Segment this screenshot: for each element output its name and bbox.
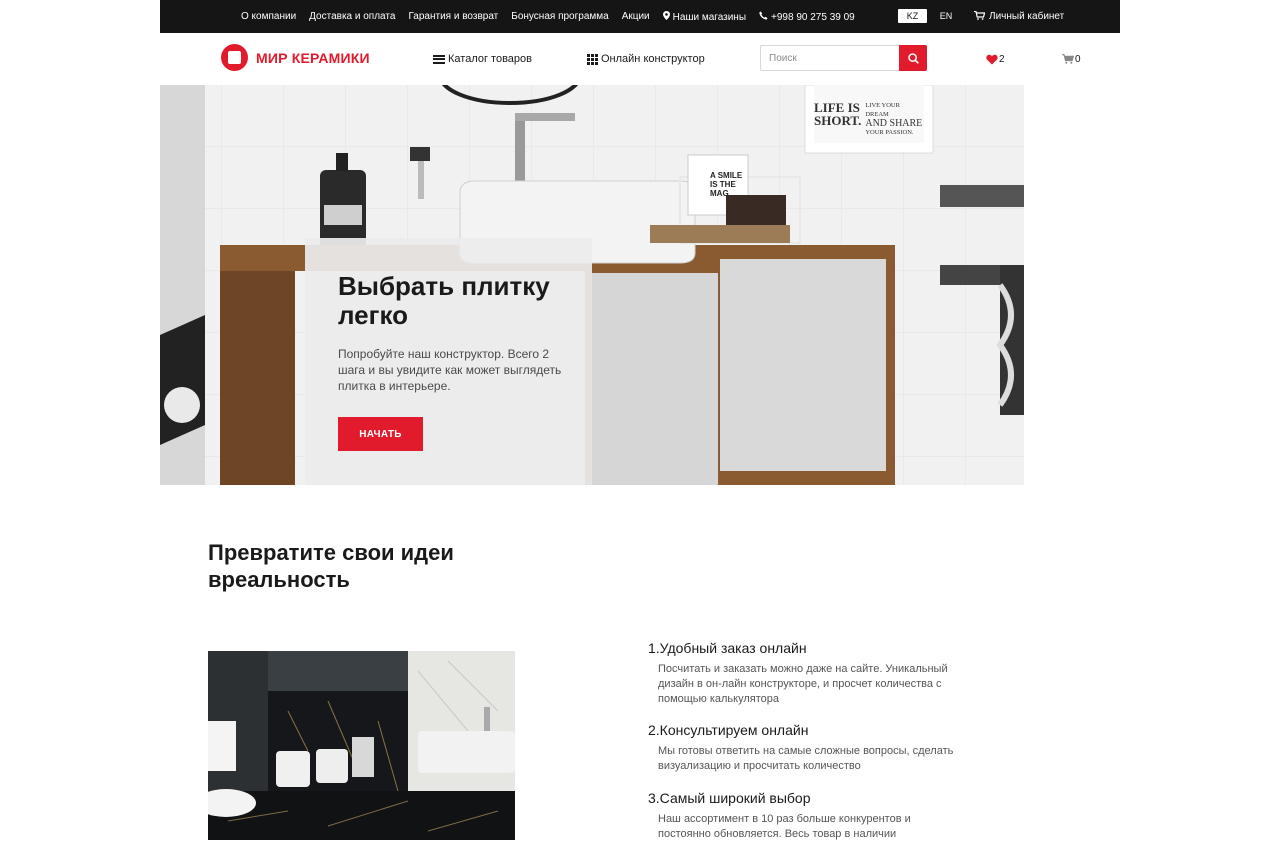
feature-title: 2.Консультируем онлайн — [648, 722, 809, 738]
feature-text: Наш ассортимент в 10 раз больше конкурен… — [658, 813, 911, 840]
hero-description: Попробуйте наш конструктор. Всего 2 шага… — [338, 347, 562, 393]
bathroom-photo — [208, 651, 515, 840]
phone-number: +998 90 275 39 09 — [771, 11, 855, 23]
feature-wide-choice: 3.Самый широкий выбор Наш ассортимент в … — [648, 789, 978, 842]
link-sales[interactable]: Акции — [622, 11, 650, 22]
book-line-1: A SMILE — [710, 171, 743, 180]
top-bar: О компании Доставка и оплата Гарантия и … — [160, 0, 1120, 33]
catalog-menu-button[interactable]: Каталог товаров — [433, 33, 532, 85]
hero-bathroom-image — [160, 85, 1024, 485]
phone-icon — [759, 11, 768, 23]
link-delivery[interactable]: Доставка и оплата — [309, 11, 395, 22]
start-button[interactable]: НАЧАТЬ — [338, 417, 423, 451]
poster-line-2: SHORT. — [814, 113, 862, 128]
search-icon — [907, 52, 919, 64]
book-text: A SMILE IS THE MAG — [710, 171, 750, 198]
link-warranty[interactable]: Гарантия и возврат — [408, 11, 498, 22]
book-line-3: MAG — [710, 189, 729, 198]
account-label: Личный кабинет — [989, 11, 1065, 22]
poster-text: LIFE IS SHORT. LIVE YOUR DREAM AND SHARE… — [814, 89, 924, 137]
feature-text: Мы готовы ответить на самые сложные вопр… — [658, 745, 954, 772]
favorites-button[interactable]: 2 — [986, 33, 1005, 85]
grid-icon — [587, 53, 598, 65]
cart-count: 0 — [1075, 53, 1081, 65]
heart-icon — [986, 54, 998, 64]
poster-line-3: LIVE YOUR DREAM — [865, 102, 900, 118]
stores-label: Наши магазины — [672, 11, 747, 23]
link-phone[interactable]: +998 90 275 39 09 — [759, 11, 855, 23]
hero-banner: LIFE IS SHORT. LIVE YOUR DREAM AND SHARE… — [160, 85, 1024, 485]
feature-title: 3.Самый широкий выбор — [648, 790, 811, 806]
online-builder-link[interactable]: Онлайн конструктор — [587, 33, 705, 85]
search-button[interactable] — [899, 45, 927, 71]
menu-icon — [433, 54, 445, 64]
account-link[interactable]: Личный кабинет — [974, 0, 1064, 33]
hero-title: Выбрать плитку легко — [338, 271, 550, 330]
logo-mark-icon — [221, 44, 248, 71]
lang-kz-button[interactable]: KZ — [898, 9, 927, 23]
favorites-count: 2 — [999, 53, 1005, 65]
catalog-label: Каталог товаров — [448, 53, 532, 65]
feature-consulting: 2.Консультируем онлайн Мы готовы ответит… — [648, 721, 978, 774]
cart-icon — [1062, 54, 1074, 64]
cart-button[interactable]: 0 — [1062, 33, 1081, 85]
site-logo[interactable]: МИР КЕРАМИКИ — [221, 44, 370, 71]
cart-icon — [974, 10, 986, 23]
poster-line-5: YOUR PASSION. — [865, 129, 914, 136]
map-pin-icon — [662, 10, 670, 23]
logo-text: МИР КЕРАМИКИ — [256, 49, 370, 66]
section-title: Превратите свои идеи вреальность — [208, 540, 454, 592]
link-stores[interactable]: Наши магазины — [662, 10, 747, 23]
feature-online-order: 1.Удобный заказ онлайн Посчитать и заказ… — [648, 639, 978, 707]
lang-en-button[interactable]: EN — [938, 9, 954, 23]
search-input[interactable] — [760, 45, 899, 71]
top-links: О компании Доставка и оплата Гарантия и … — [241, 0, 855, 33]
feature-title: 1.Удобный заказ онлайн — [648, 640, 807, 656]
book-line-2: IS THE — [710, 180, 736, 189]
poster-line-4: AND SHARE — [865, 118, 923, 129]
link-about[interactable]: О компании — [241, 11, 296, 22]
feature-text: Посчитать и заказать можно даже на сайте… — [658, 663, 948, 705]
link-bonus[interactable]: Бонусная программа — [511, 11, 608, 22]
builder-label: Онлайн конструктор — [601, 53, 705, 65]
hero-card: Выбрать плитку легко Попробуйте наш конс… — [305, 238, 592, 485]
main-header: МИР КЕРАМИКИ Каталог товаров Онлайн конс… — [160, 33, 1120, 85]
search-box — [760, 45, 927, 71]
